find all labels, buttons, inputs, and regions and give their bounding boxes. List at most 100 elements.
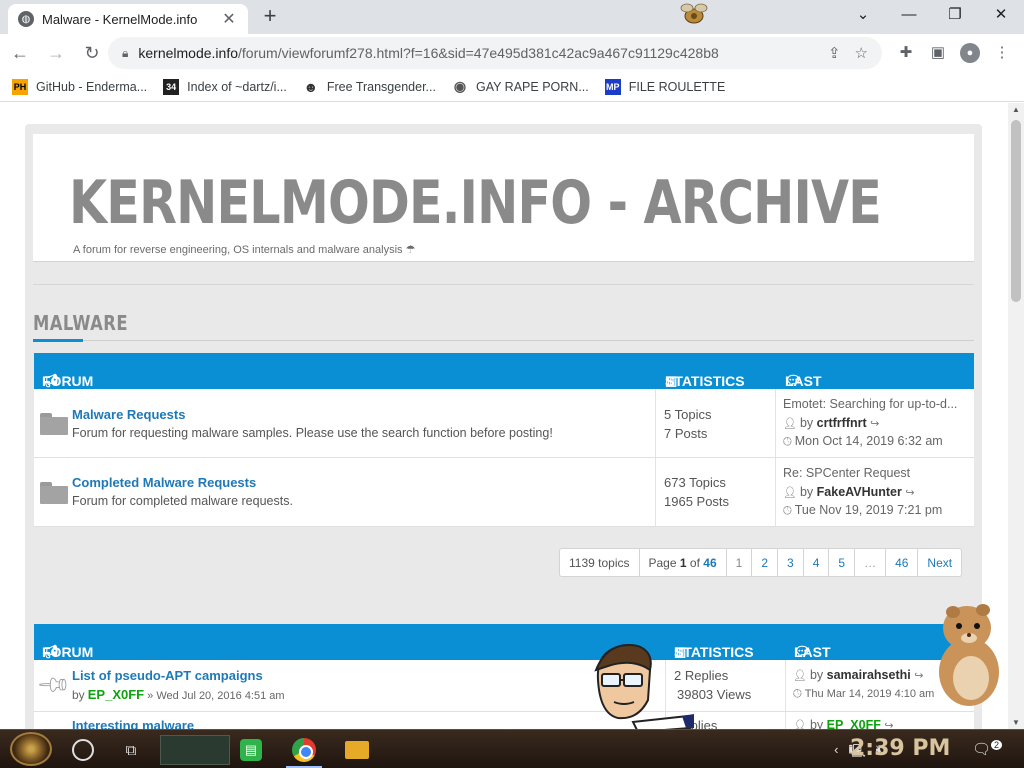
page-ellipsis[interactable]: …	[855, 548, 887, 577]
close-window-button[interactable]: ✕	[978, 0, 1024, 30]
browser-tab[interactable]: ◍ Malware - KernelMode.info ✕	[8, 4, 248, 34]
green-notes-app-icon[interactable]: ▤	[240, 739, 262, 761]
scroll-down-arrow-icon[interactable]: ▼	[1012, 718, 1020, 727]
scrollbar-thumb[interactable]	[1011, 120, 1021, 302]
reload-button[interactable]: ↻	[76, 37, 108, 69]
last-post-username[interactable]: FakeAVHunter	[817, 485, 902, 499]
page-indicator[interactable]: Page 1 of 46	[639, 548, 727, 577]
tab-search-icon[interactable]: ⌄	[840, 0, 886, 30]
stats-cell: 673 Topics 1965 Posts	[656, 458, 776, 526]
topic-meta: by EP_X0FF » Wed Jul 20, 2016 4:51 am	[72, 687, 285, 702]
show-hidden-icons-chevron-icon[interactable]: ‹	[834, 742, 838, 764]
bookmark-github[interactable]: PH GitHub - Enderma...	[12, 78, 148, 95]
topic-row: 📌︎ Interesting malware Replies 👤︎by EP_X…	[34, 712, 974, 729]
bookmark-star-icon[interactable]: ☆	[855, 44, 868, 62]
globe-favicon-icon: ◉	[453, 78, 467, 94]
subforum-row: Malware Requests Forum for requesting ma…	[34, 389, 974, 458]
topic-author[interactable]: EP_X0FF	[88, 687, 144, 702]
forum-link[interactable]: Malware Requests	[72, 407, 185, 422]
menu-kebab-icon[interactable]: ⋮	[986, 37, 1018, 69]
minimize-button[interactable]: —	[886, 0, 932, 30]
tab-close-icon[interactable]: ✕	[220, 9, 238, 29]
restore-button[interactable]: ❐	[932, 0, 978, 30]
chrome-app-icon[interactable]	[292, 738, 316, 762]
last-post-username[interactable]: samairahsethi	[827, 668, 911, 682]
bookmarks-bar: PH GitHub - Enderma... 34 Index of ~dart…	[0, 72, 1024, 102]
bookmark-file-roulette[interactable]: MP FILE ROULETTE	[604, 78, 725, 95]
site-header: KERNELMODE.INFO - ARCHIVE A forum for re…	[33, 134, 974, 262]
url-text[interactable]: kernelmode.info/forum/viewforumf278.html…	[138, 45, 814, 61]
subforum-row: Completed Malware Requests Forum for com…	[34, 458, 974, 527]
share-icon[interactable]: ⇪	[828, 44, 841, 62]
page-3[interactable]: 3	[778, 548, 804, 577]
last-post-author: 👤︎ by crtfrffnrt ↪	[783, 416, 882, 430]
notification-count: 2	[991, 740, 1003, 750]
url-path: /forum/viewforumf278.html?f=16&sid=47e49…	[238, 45, 719, 61]
clock-icon: 🕓︎	[783, 436, 792, 448]
pin-icon: 📌︎	[35, 718, 73, 729]
user-icon: 👤︎	[793, 720, 807, 729]
page-46[interactable]: 46	[886, 548, 919, 577]
file-explorer-icon[interactable]	[345, 741, 369, 759]
face-favicon-icon: ☻	[303, 78, 319, 95]
section-title: MALWARE	[33, 311, 128, 335]
forum-link[interactable]: Completed Malware Requests	[72, 475, 256, 490]
forward-button[interactable]: →	[40, 37, 72, 69]
bookmark-label: Free Transgender...	[326, 79, 436, 94]
notification-center-icon[interactable]: 🗨︎ 2	[972, 740, 1003, 758]
lock-icon[interactable]: 🔒︎	[122, 46, 128, 61]
bookmark-gay-rape-porn[interactable]: ◉ GAY RAPE PORN...	[452, 78, 589, 95]
page-1: 1	[726, 548, 753, 577]
address-bar[interactable]: 🔒︎ kernelmode.info/forum/viewforumf278.h…	[108, 37, 882, 69]
profile-avatar-icon[interactable]: ●	[960, 43, 980, 63]
last-post-cell: Re: SPCenter Request 👤︎ by FakeAVHunter ↪…	[776, 458, 974, 526]
scroll-up-arrow-icon[interactable]: ▲	[1012, 105, 1020, 114]
ph-favicon-icon: PH	[12, 78, 28, 95]
topic-cell: 📌︎ Interesting malware	[34, 712, 666, 729]
topics-count: 5 Topics	[664, 407, 712, 422]
last-post-date-line: 🕓︎ Tue Nov 19, 2019 7:21 pm	[783, 503, 942, 518]
view-latest-post-icon[interactable]: ↪	[914, 670, 923, 682]
page-label: Page	[648, 555, 677, 570]
bookmark-label: GAY RAPE PORN...	[475, 79, 589, 94]
page-2[interactable]: 2	[752, 548, 778, 577]
forum-description: Forum for completed malware requests.	[72, 494, 293, 508]
bookmark-free-transgender[interactable]: ☻ Free Transgender...	[303, 79, 436, 95]
last-post-username[interactable]: crtfrffnrt	[817, 416, 867, 430]
task-view-icon[interactable]: ⧉	[120, 735, 142, 765]
page-scrollbar[interactable]: ▲ ▼	[1008, 103, 1024, 729]
last-post-date: Thu Mar 14, 2019 4:10 am	[804, 688, 935, 700]
pagination: 1139 topics Page 1 of 46 1 2 3 4 5 … 46 …	[559, 548, 963, 577]
next-page-button[interactable]: Next	[918, 548, 963, 577]
last-post-username[interactable]: EP_X0FF	[827, 718, 881, 729]
clock-icon: 🕓︎	[793, 688, 802, 700]
bookmark-label: GitHub - Enderma...	[36, 79, 148, 94]
site-title[interactable]: KERNELMODE.INFO - ARCHIVE	[69, 168, 882, 238]
by-label: by	[799, 485, 814, 499]
new-tab-button[interactable]: +	[258, 5, 282, 29]
side-panel-icon[interactable]: ▣	[922, 37, 954, 69]
clock-icon: 🕓︎	[783, 505, 792, 517]
page-viewport: KERNELMODE.INFO - ARCHIVE A forum for re…	[0, 103, 1008, 729]
start-button[interactable]	[10, 732, 52, 766]
view-latest-post-icon[interactable]: ↪	[884, 720, 893, 729]
taskbar-search-box[interactable]	[160, 735, 230, 765]
last-post-date-line: 🕓︎ Mon Oct 14, 2019 6:32 am	[783, 434, 943, 449]
last-post-cell: Emotet: Searching for up-to-d... 👤︎ by cr…	[776, 389, 974, 457]
bookmark-index-dartz[interactable]: 34 Index of ~dartz/i...	[163, 78, 287, 95]
topic-link[interactable]: Interesting malware	[72, 718, 194, 729]
page-5[interactable]: 5	[829, 548, 856, 577]
last-post-title[interactable]: Emotet: Searching for up-to-d...	[783, 397, 957, 411]
statistics-header-label: STATISTICS	[665, 373, 745, 389]
last-post-title[interactable]: Re: SPCenter Request	[783, 466, 910, 480]
search-circle-icon[interactable]	[72, 739, 94, 761]
topic-link[interactable]: List of pseudo-APT campaigns	[72, 668, 263, 683]
hamster-overlay	[939, 604, 999, 706]
view-latest-post-icon[interactable]: ↪	[870, 418, 879, 430]
view-latest-post-icon[interactable]: ↪	[905, 487, 914, 499]
page-4[interactable]: 4	[803, 548, 830, 577]
back-button[interactable]: ←	[4, 37, 36, 69]
steampunk-bee-icon	[680, 3, 708, 24]
taskbar-clock[interactable]: 2:39 PM	[850, 736, 950, 761]
extensions-puzzle-icon[interactable]: ✚	[890, 37, 922, 69]
